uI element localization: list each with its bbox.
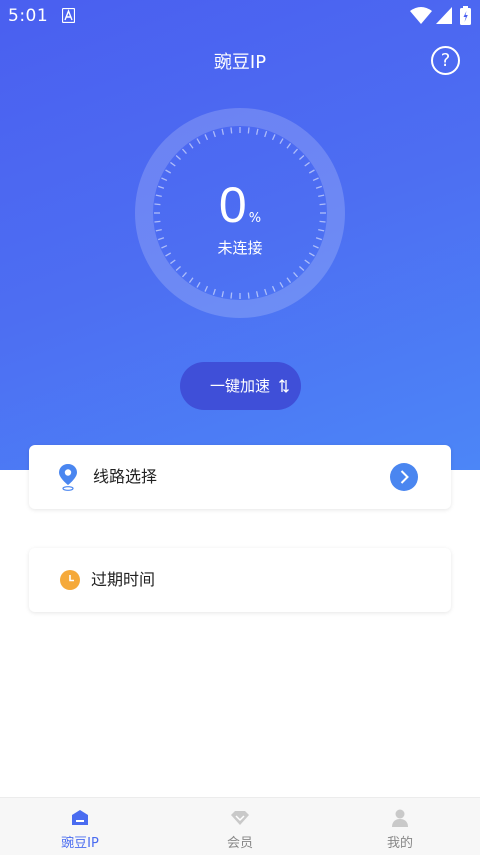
home-icon bbox=[72, 810, 88, 825]
route-select-label: 线路选择 bbox=[93, 467, 158, 486]
dial-tick bbox=[304, 259, 310, 265]
dial-tick bbox=[181, 272, 187, 278]
connection-status: 未连接 bbox=[217, 239, 263, 257]
dial-tick bbox=[264, 131, 268, 138]
dial-tick bbox=[247, 127, 250, 134]
notification-a-icon bbox=[62, 8, 75, 23]
dial-tick bbox=[188, 143, 194, 149]
dial-tick bbox=[212, 131, 216, 138]
location-pin-icon bbox=[59, 464, 77, 491]
accelerate-label: 一键加速 bbox=[210, 377, 271, 395]
battery-icon bbox=[460, 6, 471, 25]
chevron-right-circle-icon[interactable] bbox=[390, 463, 418, 491]
dial-tick bbox=[212, 288, 216, 295]
tab-mine[interactable]: 我的 bbox=[340, 798, 460, 855]
dial-tick bbox=[181, 148, 187, 154]
clock-icon bbox=[60, 570, 80, 590]
dial-tick bbox=[279, 281, 284, 288]
dial-tick bbox=[170, 259, 176, 265]
progress-readout: 0% bbox=[135, 176, 345, 234]
dial-tick bbox=[293, 272, 299, 278]
help-icon[interactable]: ? bbox=[431, 46, 460, 75]
status-time: 5:01 bbox=[8, 6, 49, 26]
dial-tick bbox=[304, 161, 310, 167]
dial-tick bbox=[204, 134, 209, 141]
accelerate-button[interactable]: 一键加速 bbox=[180, 362, 301, 410]
dial-tick bbox=[279, 138, 284, 145]
route-select-card[interactable]: 线路选择 bbox=[29, 445, 451, 509]
dial-tick bbox=[221, 128, 225, 135]
dial-tick bbox=[175, 154, 181, 160]
dial-tick bbox=[230, 127, 233, 134]
signal-icon bbox=[436, 7, 452, 24]
dial-tick bbox=[264, 288, 268, 295]
tab-home[interactable]: 豌豆IP bbox=[20, 798, 140, 855]
swap-arrows-icon bbox=[279, 379, 289, 393]
tab-member-label: 会员 bbox=[226, 836, 253, 851]
person-icon bbox=[392, 809, 408, 827]
status-bar: 5:01 bbox=[0, 0, 480, 32]
dial-tick bbox=[247, 292, 250, 299]
wifi-icon bbox=[410, 7, 432, 24]
dial-tick bbox=[188, 277, 194, 283]
diamond-icon bbox=[231, 811, 249, 825]
dial-tick bbox=[271, 285, 276, 292]
progress-unit: % bbox=[248, 211, 262, 226]
dial-tick bbox=[230, 292, 233, 299]
dial-tick bbox=[293, 148, 299, 154]
bottom-tab-bar: 豌豆IP 会员 我的 bbox=[0, 797, 480, 855]
dial-tick bbox=[255, 291, 259, 298]
app-title: 豌豆IP bbox=[213, 52, 267, 73]
progress-value: 0 bbox=[218, 177, 247, 233]
dial-tick bbox=[170, 161, 176, 167]
tab-member[interactable]: 会员 bbox=[180, 798, 300, 855]
expiry-label: 过期时间 bbox=[91, 570, 156, 589]
dial-tick bbox=[196, 281, 201, 288]
dial-tick bbox=[175, 266, 181, 272]
dial-tick bbox=[204, 285, 209, 292]
tab-home-label: 豌豆IP bbox=[61, 836, 99, 851]
dial-tick bbox=[299, 154, 305, 160]
dial-tick bbox=[286, 143, 292, 149]
dial-tick bbox=[271, 134, 276, 141]
expiry-card[interactable]: 过期时间 bbox=[29, 548, 451, 612]
dial-tick bbox=[286, 277, 292, 283]
tab-mine-label: 我的 bbox=[386, 836, 413, 851]
dial-tick bbox=[255, 128, 259, 135]
dial-tick bbox=[196, 138, 201, 145]
dial-tick bbox=[308, 169, 315, 174]
dial-tick bbox=[299, 266, 305, 272]
dial-tick bbox=[165, 169, 172, 174]
dial-tick bbox=[221, 291, 225, 298]
